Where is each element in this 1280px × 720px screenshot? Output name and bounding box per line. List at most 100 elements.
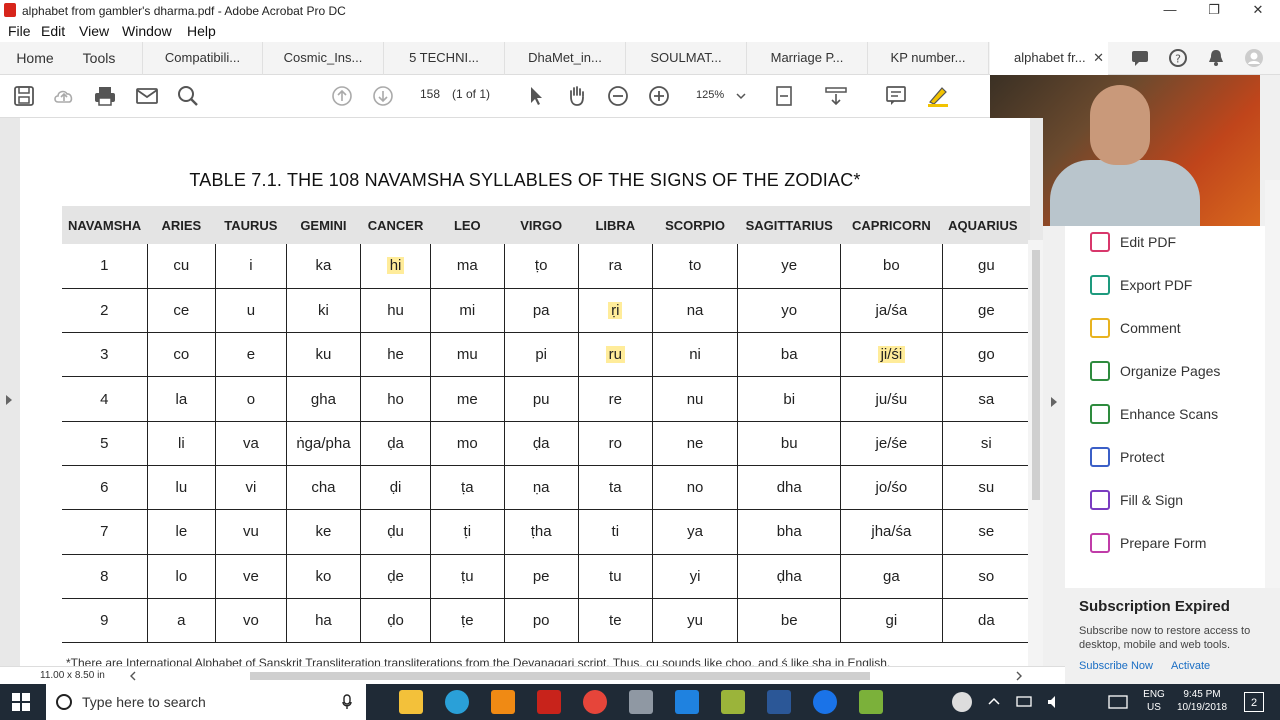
cell-text: o: [246, 390, 256, 408]
tool-organize-pages[interactable]: Organize Pages: [1090, 361, 1260, 383]
syllable-cell: ye: [737, 244, 842, 289]
tool-protect[interactable]: Protect: [1090, 447, 1260, 469]
tab-document[interactable]: 5 TECHNI...: [384, 42, 505, 75]
tools-panel-scrollbar[interactable]: [1265, 180, 1280, 588]
close-button[interactable]: ✕: [1236, 0, 1280, 21]
table-row: 8 lo ve ko ḍe ṭu pe tu yi ḍha ga so: [62, 554, 1030, 599]
windows-start-icon[interactable]: [12, 693, 30, 711]
close-tab-icon[interactable]: ✕: [1093, 42, 1104, 74]
minimize-button[interactable]: —: [1148, 0, 1192, 21]
zoom-level[interactable]: 125%: [696, 89, 724, 101]
tab-document[interactable]: DhaMet_in...: [505, 42, 626, 75]
tab-home[interactable]: Home: [0, 42, 70, 75]
scroll-left-icon[interactable]: [130, 671, 136, 681]
menu-edit[interactable]: Edit: [41, 23, 65, 39]
syllable-cell: ka: [286, 244, 362, 289]
tab-document[interactable]: Cosmic_Ins...: [263, 42, 384, 75]
pdf-page: TABLE 7.1. THE 108 NAVAMSHA SYLLABLES OF…: [20, 118, 1030, 666]
tool-export-pdf[interactable]: Export PDF: [1090, 275, 1260, 297]
menu-help[interactable]: Help: [187, 23, 216, 39]
tool-fill-sign[interactable]: Fill & Sign: [1090, 490, 1260, 512]
tab-document[interactable]: Compatibili...: [142, 42, 263, 75]
table-row: 3 co e ku he mu pi ru ni ba ji/śi go: [62, 332, 1030, 378]
search-icon[interactable]: [176, 84, 200, 108]
highlight-pen-icon[interactable]: [926, 84, 950, 108]
clock[interactable]: 9:45 PM 10/19/2018: [1170, 688, 1234, 714]
left-panel-toggle-icon[interactable]: [5, 394, 13, 406]
calculator-icon[interactable]: [629, 690, 653, 714]
zoom-out-icon[interactable]: [606, 84, 630, 108]
print-icon[interactable]: [93, 84, 117, 108]
file-explorer-icon[interactable]: [399, 690, 423, 714]
tool-prepare-form[interactable]: Prepare Form: [1090, 533, 1260, 555]
word-icon[interactable]: [767, 690, 791, 714]
tab-document[interactable]: SOULMAT...: [626, 42, 747, 75]
vlc-icon[interactable]: [491, 690, 515, 714]
activate-link[interactable]: Activate: [1171, 660, 1210, 672]
cell-text: tu: [609, 567, 622, 585]
network-icon[interactable]: [1016, 694, 1032, 710]
dropbox-icon[interactable]: [675, 690, 699, 714]
help-tray-icon[interactable]: [952, 692, 972, 712]
chat-icon[interactable]: [1130, 48, 1150, 68]
email-icon[interactable]: [135, 84, 159, 108]
language-indicator[interactable]: ENG US: [1140, 688, 1168, 714]
maximize-button[interactable]: ❐: [1192, 0, 1236, 21]
browser-icon[interactable]: [445, 690, 469, 714]
tool-enhance-scans[interactable]: Enhance Scans: [1090, 404, 1260, 426]
keyboard-icon[interactable]: [1108, 694, 1128, 710]
notifications-icon[interactable]: 2: [1244, 692, 1264, 712]
select-cursor-icon[interactable]: [524, 84, 548, 108]
app-icon[interactable]: [859, 690, 883, 714]
scroll-right-icon[interactable]: [1016, 671, 1022, 681]
fit-page-icon[interactable]: [772, 84, 796, 108]
cell-text: la: [175, 390, 188, 408]
cell-text: yi: [689, 567, 701, 585]
tab-document[interactable]: Marriage P...: [747, 42, 868, 75]
chevron-up-icon[interactable]: [988, 696, 1000, 708]
subscribe-now-link[interactable]: Subscribe Now: [1079, 660, 1153, 672]
zoom-in-icon[interactable]: [647, 84, 671, 108]
cell-text: hu: [387, 301, 404, 319]
horizontal-scroll-thumb[interactable]: [250, 672, 870, 680]
column-header: LIBRA: [578, 206, 653, 244]
column-header: ARIES: [147, 206, 216, 244]
cell-text: pa: [532, 301, 550, 319]
page-number-input[interactable]: 158: [420, 87, 440, 101]
acrobat-icon: [4, 3, 16, 17]
page-down-icon[interactable]: [371, 84, 395, 108]
acrobat-taskbar-icon[interactable]: [537, 690, 561, 714]
scroll-mode-icon[interactable]: [824, 84, 848, 108]
app-icon[interactable]: [813, 690, 837, 714]
table-header-row: NAVAMSHA ARIES TAURUS GEMINI CANCER LEO …: [62, 206, 1030, 244]
taskbar-search-box[interactable]: Type here to search: [46, 684, 366, 720]
scroll-thumb[interactable]: [1032, 250, 1040, 500]
tab-active-document[interactable]: alphabet fr... ✕: [990, 42, 1108, 75]
tool-comment[interactable]: Comment: [1090, 318, 1260, 340]
app-icon[interactable]: [721, 690, 745, 714]
tab-tools[interactable]: Tools: [70, 42, 128, 75]
document-vertical-scrollbar[interactable]: [1028, 240, 1043, 666]
document-area[interactable]: TABLE 7.1. THE 108 NAVAMSHA SYLLABLES OF…: [0, 118, 1043, 666]
tool-edit-pdf[interactable]: Edit PDF: [1090, 232, 1260, 254]
tab-document[interactable]: KP number...: [868, 42, 989, 75]
page-up-icon[interactable]: [330, 84, 354, 108]
menu-window[interactable]: Window: [122, 23, 172, 39]
menu-file[interactable]: File: [8, 23, 31, 39]
cloud-upload-icon[interactable]: [52, 84, 76, 108]
chrome-icon[interactable]: [583, 690, 607, 714]
syllable-cell: ku: [286, 332, 362, 378]
avatar[interactable]: [1244, 48, 1264, 68]
microphone-icon[interactable]: [342, 694, 352, 710]
save-icon[interactable]: [12, 84, 36, 108]
volume-icon[interactable]: [1046, 694, 1062, 710]
help-icon[interactable]: ?: [1168, 48, 1188, 68]
right-panel-toggle-icon[interactable]: [1050, 396, 1058, 408]
hand-tool-icon[interactable]: [565, 84, 589, 108]
syllable-cell: ṭu: [430, 554, 505, 599]
menu-view[interactable]: View: [79, 23, 109, 39]
taskbar: Type here to search ENG US 9:45 PM 10/19…: [0, 684, 1280, 720]
bell-icon[interactable]: [1206, 48, 1226, 68]
comment-icon[interactable]: [884, 84, 908, 108]
chevron-down-icon[interactable]: [736, 84, 746, 108]
